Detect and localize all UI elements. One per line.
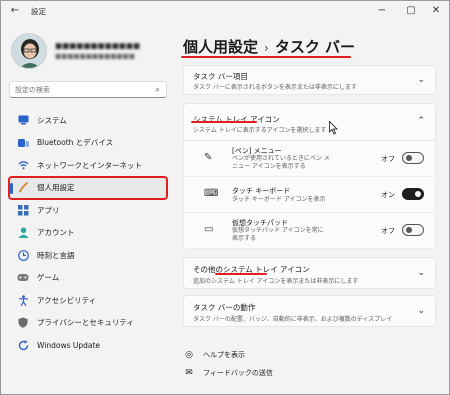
tray-item-subtitle: 仮想タッチパッド アイコンを常に [232, 227, 324, 234]
chevron-down-icon[interactable]: ⌄ [417, 268, 425, 278]
search-box[interactable]: ⌕ [9, 81, 167, 98]
chevron-up-icon[interactable]: ⌃ [417, 116, 425, 126]
toggle-knob [406, 155, 412, 161]
card-subtitle: タスク バーに表示されるボタンを表示または非表示にします [193, 84, 357, 91]
feedback-link[interactable]: ✉ フィードバックの送信 [183, 368, 273, 378]
card-title: システム トレイ アイコン [193, 115, 280, 124]
monitor-icon [17, 114, 29, 126]
sidebar-item-accessibility[interactable]: アクセシビリティ [9, 289, 167, 312]
touch-keyboard-toggle[interactable] [402, 188, 424, 200]
search-input[interactable] [15, 84, 143, 96]
tray-item-pen-menu: ✎ [ペン] メニュー ペンが使用されているときにペン メ ニュー アイコンを表… [183, 141, 436, 177]
touchpad-icon: ▭ [204, 224, 214, 235]
app-title: 設定 [31, 7, 46, 16]
tray-item-title: タッチ キーボード [232, 187, 291, 195]
sidebar-item-label: 時刻と言語 [37, 250, 75, 260]
globe-clock-icon [17, 249, 29, 261]
card-subtitle: 追加のシステム トレイ アイコンを表示または非表示にします [193, 278, 359, 285]
sidebar-item-time-language[interactable]: 時刻と言語 [9, 244, 167, 267]
tray-item-touch-keyboard: ⌨ タッチ キーボード タッチ キーボード アイコンを表示 オン [183, 177, 436, 213]
other-tray-underline [215, 273, 267, 275]
sidebar-item-system[interactable]: システム [9, 109, 167, 132]
sidebar-item-label: Bluetooth とデバイス [37, 138, 114, 148]
keyboard-icon: ⌨ [204, 188, 219, 199]
close-icon[interactable]: ✕ [422, 3, 449, 19]
title-bar: ← 設定 − ▢ ✕ [1, 1, 449, 23]
card-title: タスク バー項目 [193, 72, 248, 81]
card-subtitle: システム トレイに表示するアイコンを選択します [193, 127, 327, 134]
card-taskbar-items[interactable]: タスク バー項目 タスク バーに表示されるボタンを表示または非表示にします ⌄ [183, 65, 436, 95]
sidebar-item-bluetooth[interactable]: Bluetooth とデバイス [9, 132, 167, 155]
page-title: 個人用設定 › タスク バー [183, 36, 355, 57]
tray-item-subtitle-2: 表示する [232, 235, 257, 242]
maximize-icon[interactable]: ▢ [397, 3, 425, 19]
settings-window: ← 設定 − ▢ ✕ ■■■■■■■■■■■■ ■■■■■■■■■■■■■ ⌕ … [0, 0, 450, 395]
chevron-down-icon[interactable]: ⌄ [417, 75, 425, 85]
card-title: タスク バーの動作 [193, 303, 256, 312]
breadcrumb-current: タスク バー [274, 38, 356, 56]
sidebar-item-label: 個人用設定 [37, 183, 75, 193]
wifi-icon [17, 159, 29, 171]
person-icon [17, 227, 29, 239]
minimize-icon[interactable]: − [368, 3, 396, 19]
sidebar-item-personalization[interactable]: 個人用設定 [8, 175, 168, 200]
help-link[interactable]: ◎ ヘルプを表示 [183, 350, 245, 360]
toggle-knob [415, 191, 421, 197]
sidebar-item-label: アプリ [37, 205, 60, 215]
breadcrumb-parent[interactable]: 個人用設定 [183, 38, 258, 56]
sidebar-item-label: アクセシビリティ [37, 295, 97, 305]
sidebar-item-label: ゲーム [37, 273, 60, 283]
avatar-image [12, 34, 46, 68]
tray-item-subtitle: ペンが使用されているときにペン メ [232, 155, 330, 162]
accessibility-icon [17, 294, 29, 306]
arrow-left-icon[interactable]: ← [9, 5, 21, 17]
tray-item-subtitle-2: ニュー アイコンを表示する [232, 163, 306, 170]
sidebar-item-windows-update[interactable]: Windows Update [9, 334, 167, 357]
sidebar-item-label: Windows Update [37, 340, 101, 350]
sidebar-item-label: システム [37, 115, 67, 125]
apps-icon [17, 204, 29, 216]
gamepad-icon [17, 272, 29, 284]
brush-icon [17, 182, 29, 194]
toggle-knob [406, 227, 412, 233]
feedback-label: フィードバックの送信 [203, 369, 273, 377]
sidebar-item-label: プライバシーとセキュリティ [37, 318, 134, 328]
pen-menu-toggle[interactable] [402, 152, 424, 164]
breadcrumb-separator: › [264, 41, 269, 55]
sidebar-item-privacy[interactable]: プライバシーとセキュリティ [9, 312, 167, 335]
user-name: ■■■■■■■■■■■■ [55, 41, 141, 50]
user-email: ■■■■■■■■■■■■■ [55, 52, 135, 60]
search-icon[interactable]: ⌕ [156, 85, 160, 95]
sidebar-item-apps[interactable]: アプリ [9, 199, 167, 222]
title-underline [181, 56, 351, 58]
bluetooth-icon [17, 137, 29, 149]
feedback-icon: ✉ [185, 368, 193, 378]
toggle-label: オフ [381, 227, 395, 235]
avatar[interactable] [11, 33, 47, 69]
sidebar-item-network[interactable]: ネットワークとインターネット [9, 154, 167, 177]
help-icon: ◎ [185, 350, 193, 360]
mouse-cursor-icon [329, 121, 338, 135]
toggle-label: オフ [381, 155, 395, 163]
card-subtitle: タスク バーの配置、バッジ、自動的に非表示、および複数のディスプレイ [193, 316, 393, 323]
toggle-label: オン [381, 191, 395, 199]
shield-icon [17, 317, 29, 329]
help-label: ヘルプを表示 [203, 351, 245, 359]
update-icon [17, 339, 29, 351]
active-indicator [10, 182, 13, 194]
pen-icon: ✎ [204, 152, 213, 163]
virtual-touchpad-toggle[interactable] [402, 224, 424, 236]
sidebar-item-label: ネットワークとインターネット [37, 160, 142, 170]
sidebar-item-gaming[interactable]: ゲーム [9, 267, 167, 290]
card-taskbar-behaviors[interactable]: タスク バーの動作 タスク バーの配置、バッジ、自動的に非表示、および複数のディ… [183, 295, 436, 327]
sidebar-nav: システム Bluetooth とデバイス ネットワークとインターネット 個人用設… [8, 109, 168, 357]
tray-underline [191, 121, 257, 123]
chevron-down-icon[interactable]: ⌄ [417, 306, 425, 316]
sidebar-item-label: アカウント [37, 228, 75, 238]
tray-item-virtual-touchpad: ▭ 仮想タッチパッド 仮想タッチパッド アイコンを常に 表示する オフ [183, 213, 436, 249]
tray-item-subtitle: タッチ キーボード アイコンを表示 [232, 196, 326, 203]
sidebar-item-accounts[interactable]: アカウント [9, 222, 167, 245]
